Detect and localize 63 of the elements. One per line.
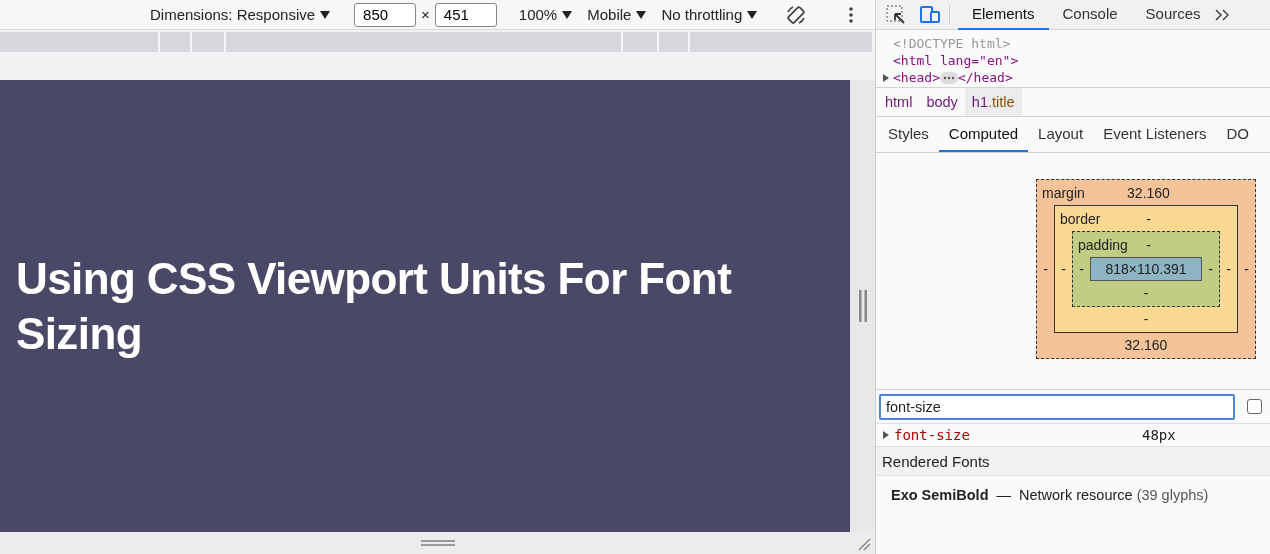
box-label: padding <box>1078 236 1129 253</box>
content-box: 818×110.391 <box>1090 257 1202 281</box>
caret-icon <box>562 10 573 19</box>
page-title: Using CSS Viewport Units For Font Sizing <box>16 253 733 360</box>
device-toolbar-icon[interactable] <box>919 4 941 25</box>
section-header: Rendered Fonts <box>882 452 990 470</box>
box-value: - <box>1146 236 1151 253</box>
expand-triangle-icon[interactable] <box>882 430 890 440</box>
throttling-dropdown[interactable]: No throttling <box>661 6 758 23</box>
box-value: - <box>1207 261 1214 277</box>
caret-icon <box>320 10 331 19</box>
caret-icon <box>747 10 758 19</box>
resize-handle-icon[interactable] <box>420 540 455 546</box>
rotate-icon[interactable] <box>785 3 808 26</box>
box-value: - <box>1078 261 1085 277</box>
box-label: margin <box>1042 184 1086 201</box>
box-value: - <box>1060 261 1067 277</box>
glyph-count: (39 glyphs) <box>1136 487 1209 503</box>
code-line: <html lang="en"> <box>893 53 1019 68</box>
box-value: - <box>1143 285 1149 301</box>
code-line: <!DOCTYPE html> <box>893 36 1011 51</box>
ellipsis-icon[interactable] <box>939 71 958 84</box>
breadcrumb[interactable]: body <box>919 88 965 116</box>
inspect-icon[interactable] <box>886 4 906 25</box>
breadcrumb[interactable]: h1.title <box>964 88 1022 116</box>
box-value: - <box>1143 311 1149 327</box>
resize-handle-icon[interactable] <box>858 290 867 322</box>
show-all-checkbox[interactable] <box>1247 399 1262 414</box>
box-value: 32.160 <box>1124 337 1168 353</box>
dash: — <box>996 487 1011 503</box>
sidebar-tab[interactable]: Layout <box>1028 117 1094 152</box>
more-options-icon[interactable] <box>849 6 854 23</box>
more-tabs-icon[interactable] <box>1214 8 1229 21</box>
panel-tab[interactable]: Console <box>1048 0 1132 30</box>
breadcrumb[interactable]: html <box>878 88 920 116</box>
height-field[interactable]: 451 <box>434 2 497 27</box>
resize-corner-icon[interactable] <box>857 537 871 551</box>
font-name: Exo SemiBold <box>891 487 989 503</box>
code-tag: </head> <box>957 70 1013 85</box>
expand-triangle-icon[interactable] <box>881 72 891 83</box>
width-field[interactable]: 850 <box>354 2 417 27</box>
dimensions-dropdown[interactable]: Dimensions: Responsive <box>150 6 331 23</box>
font-source: Network resource <box>1019 487 1133 503</box>
property-value: 48px <box>1142 427 1176 443</box>
filter-field[interactable]: font-size <box>879 393 1235 420</box>
box-label: border <box>1060 210 1102 227</box>
box-value: - <box>1042 261 1049 277</box>
sidebar-tab[interactable]: Event Listeners <box>1093 117 1217 152</box>
sidebar-tab[interactable]: Computed <box>938 117 1029 152</box>
sidebar-tab[interactable]: Styles <box>878 117 939 152</box>
box-value: - <box>1243 261 1250 277</box>
device-type-dropdown[interactable]: Mobile <box>587 6 647 23</box>
box-value: - <box>1225 261 1232 277</box>
box-value: - <box>1146 210 1151 227</box>
caret-icon <box>636 10 647 19</box>
code-tag: <head> <box>893 70 940 85</box>
zoom-dropdown[interactable]: 100% <box>518 6 573 23</box>
times-sign: × <box>421 6 430 23</box>
sidebar-tab[interactable]: DO <box>1216 117 1259 152</box>
box-value: 32.160 <box>1127 184 1170 201</box>
panel-tab[interactable]: Sources <box>1131 0 1215 30</box>
panel-tab[interactable]: Elements <box>958 0 1049 30</box>
property-name: font-size <box>894 427 971 443</box>
